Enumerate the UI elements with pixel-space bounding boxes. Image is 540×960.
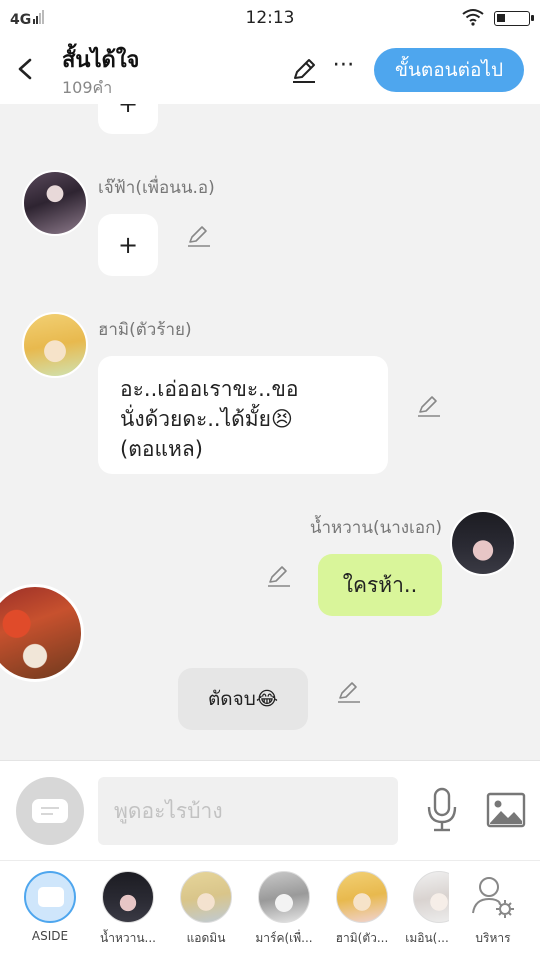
story-title: สั้นได้ใจ — [62, 48, 140, 73]
character-label: มาร์ค(เพื่... — [255, 931, 313, 945]
microphone-icon[interactable] — [424, 787, 460, 833]
wifi-icon — [462, 9, 484, 26]
avatar — [413, 871, 449, 923]
word-count: 109คำ — [62, 78, 113, 97]
character-mark[interactable]: มาร์ค(เพื่... — [249, 871, 319, 948]
character-selector: ASIDE น้ำหวาน... แอดมิน มาร์ค(เพื่... ฮา… — [0, 860, 540, 960]
avatar — [102, 871, 154, 923]
avatar — [180, 871, 232, 923]
edit-message-icon[interactable] — [416, 394, 442, 418]
character-label: บริหาร — [475, 931, 511, 945]
next-step-button[interactable]: ขั้นตอนต่อไป — [374, 48, 524, 92]
character-label: น้ำหวาน... — [100, 931, 156, 945]
character-label: แอดมิน — [186, 931, 226, 945]
battery-icon — [494, 11, 534, 26]
aside-icon — [24, 871, 76, 923]
chat-area[interactable]: + เจ๊ฟ้า(เพื่อนน.อ) + ฮามิ(ตัวร้าย) อะ..… — [0, 104, 540, 760]
status-bar: 4G 12:13 — [0, 0, 540, 36]
narration-bubble[interactable]: ตัดจบ😂 — [178, 668, 308, 730]
message-input[interactable] — [98, 777, 398, 845]
edit-message-icon[interactable] — [266, 564, 292, 588]
avatar — [336, 871, 388, 923]
more-options-icon[interactable]: ⋯ — [330, 54, 358, 82]
character-mei-in[interactable]: เมอิน(... — [405, 871, 449, 948]
floating-sticker-avatar[interactable] — [0, 584, 84, 682]
avatar-jae-fah[interactable] — [22, 170, 88, 236]
dialogue-line: นั่งด้วยดะ..ได้มั้ย😣 — [120, 407, 293, 431]
speaker-name: ฮามิ(ตัวร้าย) — [98, 320, 192, 340]
dialogue-bubble[interactable]: อะ..เอ่ออเราขะ..ขอ นั่งด้วยดะ..ได้มั้ย😣 … — [98, 356, 388, 474]
dialogue-line: (ตอแหล) — [120, 437, 203, 461]
own-dialogue-bubble[interactable]: ใครห้า.. — [318, 554, 442, 616]
avatar-hami[interactable] — [22, 312, 88, 378]
compose-icon[interactable] — [16, 777, 84, 845]
image-icon[interactable] — [486, 791, 526, 829]
character-hami[interactable]: ฮามิ(ตัว... — [327, 871, 397, 948]
character-label: ฮามิ(ตัว... — [335, 931, 389, 945]
manage-user-icon — [472, 877, 514, 918]
manage-characters[interactable]: บริหาร — [458, 871, 528, 948]
speaker-name: น้ำหวาน(นางเอก) — [309, 518, 442, 538]
back-arrow-icon[interactable] — [10, 52, 40, 86]
story-header: สั้นได้ใจ 109คำ ⋯ ขั้นตอนต่อไป — [0, 36, 540, 104]
character-label: ASIDE — [31, 929, 69, 943]
character-aside[interactable]: ASIDE — [15, 871, 85, 943]
edit-message-icon[interactable] — [336, 680, 362, 704]
message-input-bar — [0, 760, 540, 860]
add-dialogue-bubble[interactable]: + — [98, 104, 158, 134]
edit-message-icon[interactable] — [186, 224, 212, 248]
avatar-nam-wan[interactable] — [450, 510, 516, 576]
character-nam-wan[interactable]: น้ำหวาน... — [93, 871, 163, 948]
clock: 12:13 — [245, 8, 295, 28]
dialogue-line: อะ..เอ่ออเราขะ..ขอ — [120, 377, 299, 401]
character-label: เมอิน(... — [405, 931, 449, 945]
character-admin[interactable]: แอดมิน — [171, 871, 241, 948]
edit-title-icon[interactable] — [290, 56, 318, 84]
add-dialogue-bubble[interactable]: + — [98, 214, 158, 276]
speaker-name: เจ๊ฟ้า(เพื่อนน.อ) — [98, 178, 215, 198]
avatar — [258, 871, 310, 923]
